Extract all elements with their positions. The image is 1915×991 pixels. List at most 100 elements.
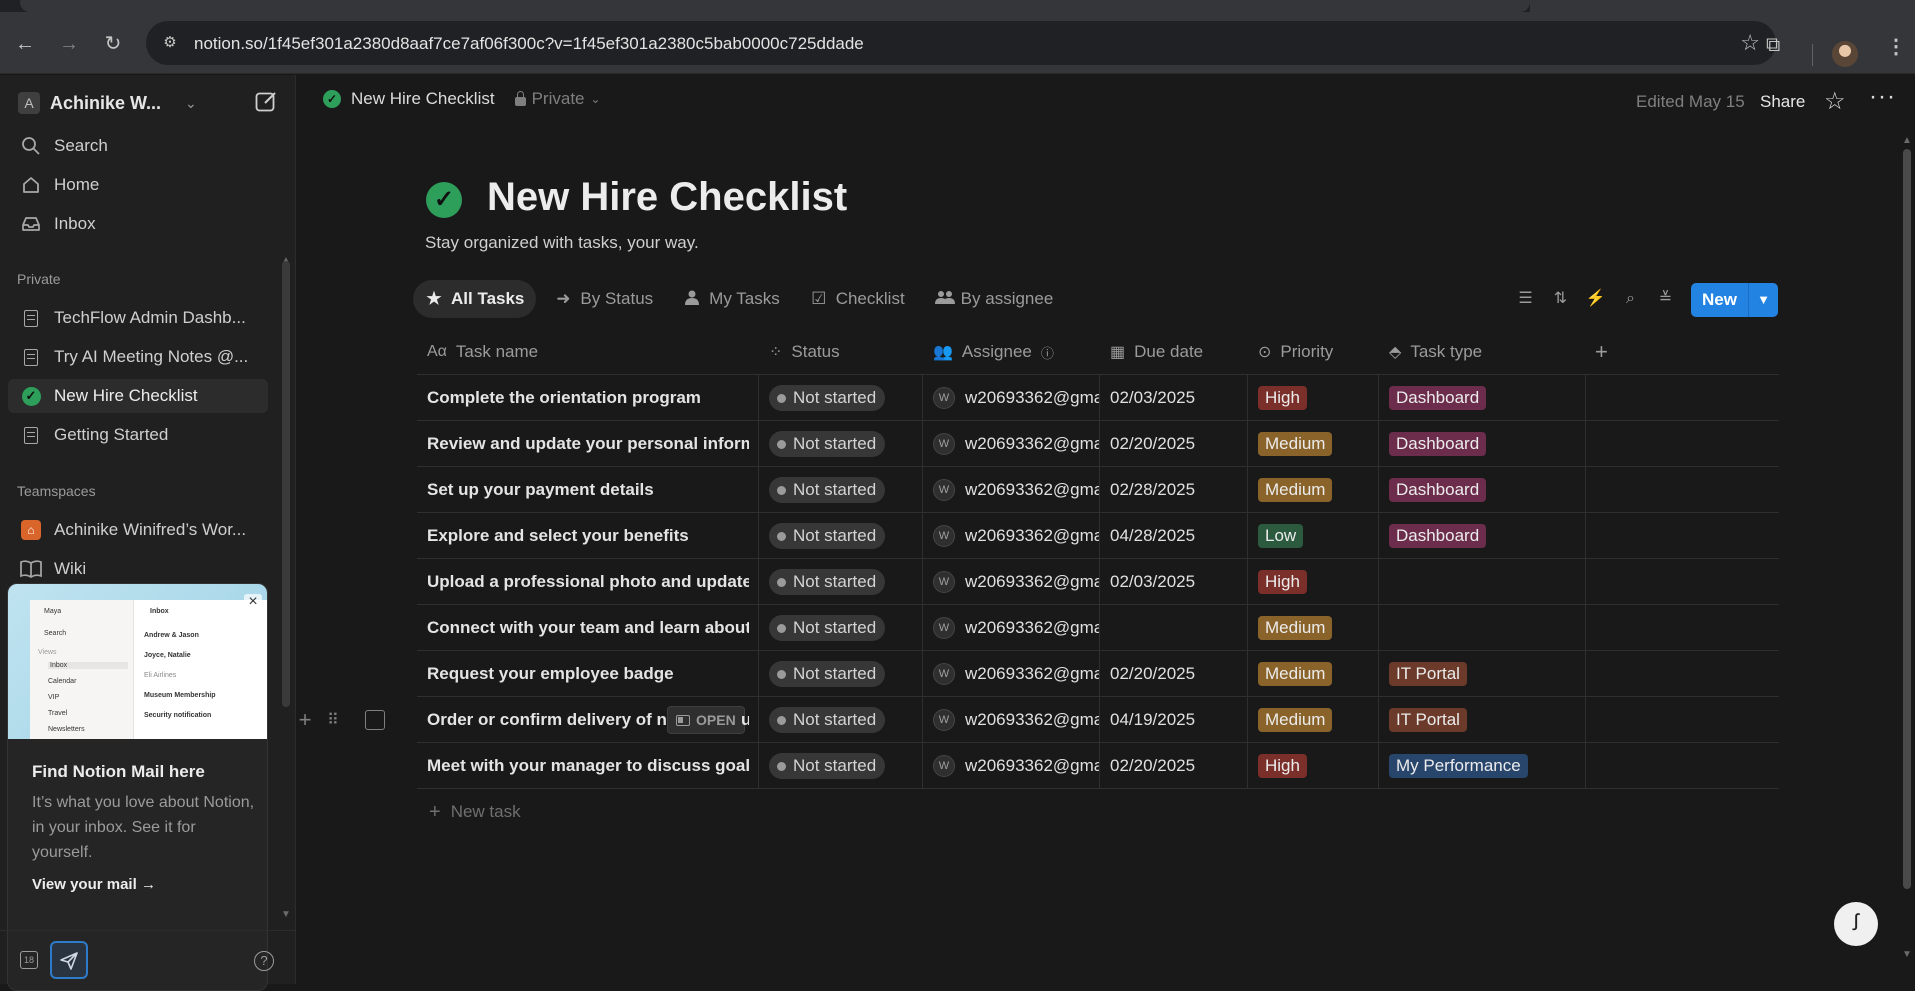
sidebar-item-inbox[interactable]: Inbox bbox=[8, 207, 268, 241]
new-button[interactable]: New ▼ bbox=[1691, 283, 1778, 317]
more-options-icon[interactable]: ··· bbox=[1869, 83, 1896, 111]
assignee-cell[interactable]: W w20693362@gma bbox=[923, 605, 1099, 651]
filter-icon[interactable]: ☰ bbox=[1515, 288, 1536, 309]
task-type-cell[interactable]: IT Portal bbox=[1379, 697, 1585, 743]
sidebar-teamspace-workspace[interactable]: ⌂ Achinike Winifred’s Wor... bbox=[8, 513, 268, 547]
scroll-down-arrow[interactable]: ▼ bbox=[1902, 949, 1912, 960]
close-icon[interactable]: × bbox=[244, 594, 262, 612]
row-select-checkbox[interactable] bbox=[365, 710, 385, 730]
status-cell[interactable]: Not started bbox=[759, 421, 923, 467]
drag-handle-icon[interactable]: ⠿ bbox=[325, 710, 339, 730]
sidebar-item-home[interactable]: Home bbox=[8, 168, 268, 202]
scroll-up-arrow[interactable]: ▲ bbox=[1902, 135, 1912, 146]
priority-cell[interactable]: Low bbox=[1248, 513, 1378, 559]
browser-new-tab-area[interactable] bbox=[1530, 0, 1915, 12]
scroll-down-arrow[interactable]: ▼ bbox=[281, 909, 291, 920]
status-cell[interactable]: Not started bbox=[759, 513, 923, 559]
favorite-star-icon[interactable]: ☆ bbox=[1824, 87, 1846, 116]
due-date-cell[interactable]: 04/28/2025 bbox=[1100, 513, 1248, 559]
page-check-icon[interactable]: ✓ bbox=[426, 182, 462, 218]
due-date-cell[interactable] bbox=[1100, 605, 1248, 651]
status-cell[interactable]: Not started bbox=[759, 697, 923, 743]
browser-tab[interactable] bbox=[20, 0, 1530, 12]
column-header-task-type[interactable]: ⬘ Task type bbox=[1379, 329, 1482, 375]
column-header-status[interactable]: ⁘ Status bbox=[759, 329, 840, 375]
extensions-icon[interactable]: ⧉ bbox=[1766, 34, 1780, 57]
search-icon[interactable]: ⌕ bbox=[1620, 288, 1641, 309]
priority-cell[interactable]: High bbox=[1248, 743, 1378, 789]
automation-bolt-icon[interactable]: ⚡ bbox=[1585, 288, 1606, 309]
url-text[interactable]: notion.so/1f45ef301a2380d8aaf7ce7af06f30… bbox=[194, 34, 864, 54]
teamspaces-section-heading[interactable]: Teamspaces bbox=[17, 483, 96, 499]
tab-checklist[interactable]: ☑ Checklist bbox=[798, 280, 917, 318]
priority-cell[interactable]: High bbox=[1248, 559, 1378, 605]
table-row[interactable]: Explore and select your benefits Not sta… bbox=[417, 513, 1779, 559]
assignee-cell[interactable]: W w20693362@gma bbox=[923, 743, 1099, 789]
status-cell[interactable]: Not started bbox=[759, 467, 923, 513]
task-type-cell[interactable]: Dashboard bbox=[1379, 421, 1585, 467]
priority-cell[interactable]: Medium bbox=[1248, 697, 1378, 743]
due-date-cell[interactable]: 02/03/2025 bbox=[1100, 375, 1248, 421]
table-row[interactable]: Set up your payment details Not started … bbox=[417, 467, 1779, 513]
priority-cell[interactable]: Medium bbox=[1248, 605, 1378, 651]
tab-my-tasks[interactable]: My Tasks bbox=[671, 280, 792, 318]
share-button[interactable]: Share bbox=[1760, 92, 1805, 112]
view-mail-link[interactable]: View your mail → bbox=[32, 876, 156, 893]
privacy-dropdown[interactable]: Private ⌄ bbox=[514, 89, 601, 109]
task-name-cell[interactable]: Explore and select your benefits bbox=[417, 513, 749, 559]
assignee-cell[interactable]: W w20693362@gma bbox=[923, 467, 1099, 513]
page-description[interactable]: Stay organized with tasks, your way. bbox=[425, 233, 699, 253]
due-date-cell[interactable]: 04/19/2025 bbox=[1100, 697, 1248, 743]
table-row[interactable]: Connect with your team and learn about t… bbox=[417, 605, 1779, 651]
table-row[interactable]: Order or confirm delivery of ne OPEN u Not… bbox=[299, 697, 1779, 743]
tab-all-tasks[interactable]: ★ All Tasks bbox=[413, 280, 537, 318]
due-date-cell[interactable]: 02/20/2025 bbox=[1100, 651, 1248, 697]
task-name-cell[interactable]: Set up your payment details bbox=[417, 467, 749, 513]
compose-icon[interactable] bbox=[254, 90, 278, 114]
assignee-cell[interactable]: W w20693362@gma bbox=[923, 651, 1099, 697]
profile-avatar[interactable] bbox=[1832, 41, 1858, 67]
new-button-label[interactable]: New bbox=[1691, 283, 1749, 317]
task-type-cell[interactable]: Employee Profile bbox=[1379, 559, 1585, 605]
task-name-cell[interactable]: Request your employee badge bbox=[417, 651, 749, 697]
due-date-cell[interactable]: 02/28/2025 bbox=[1100, 467, 1248, 513]
column-header-priority[interactable]: ⊙ Priority bbox=[1248, 329, 1333, 375]
mail-icon[interactable] bbox=[50, 941, 88, 979]
table-row[interactable]: Upload a professional photo and update y… bbox=[417, 559, 1779, 605]
table-row[interactable]: Complete the orientation program Not sta… bbox=[417, 375, 1779, 421]
site-settings-icon[interactable]: ⚙ bbox=[160, 33, 180, 53]
info-icon[interactable]: ⓘ bbox=[1041, 343, 1054, 362]
assignee-cell[interactable]: W w20693362@gma bbox=[923, 513, 1099, 559]
open-row-button[interactable]: OPEN bbox=[667, 706, 745, 734]
sidebar-scrollbar[interactable] bbox=[282, 261, 290, 707]
task-type-cell[interactable]: Dashboard bbox=[1379, 513, 1585, 559]
status-cell[interactable]: Not started bbox=[759, 375, 923, 421]
due-date-cell[interactable]: 02/03/2025 bbox=[1100, 559, 1248, 605]
assignee-cell[interactable]: W w20693362@gma bbox=[923, 697, 1099, 743]
task-type-cell[interactable]: My Performance bbox=[1379, 743, 1585, 789]
tab-by-assignee[interactable]: By assignee bbox=[923, 280, 1066, 318]
table-row[interactable]: Meet with your manager to discuss goals … bbox=[417, 743, 1779, 789]
assignee-cell[interactable]: W w20693362@gma bbox=[923, 375, 1099, 421]
status-cell[interactable]: Not started bbox=[759, 743, 923, 789]
task-name-cell[interactable]: Meet with your manager to discuss goals … bbox=[417, 743, 749, 789]
back-arrow-icon[interactable]: ← bbox=[11, 30, 39, 58]
table-row[interactable]: Request your employee badge Not started … bbox=[417, 651, 1779, 697]
edited-timestamp[interactable]: Edited May 15 bbox=[1636, 92, 1745, 112]
priority-cell[interactable]: Medium bbox=[1248, 651, 1378, 697]
workspace-switcher[interactable]: A Achinike W... ⌄ bbox=[18, 89, 197, 117]
status-cell[interactable]: Not started bbox=[759, 559, 923, 605]
task-name-cell[interactable]: Review and update your personal informat bbox=[417, 421, 749, 467]
add-row-icon[interactable]: + bbox=[295, 707, 315, 733]
task-type-cell[interactable]: Dashboard bbox=[1379, 467, 1585, 513]
task-name-cell[interactable]: Order or confirm delivery of ne OPEN u bbox=[417, 697, 749, 743]
task-type-cell[interactable]: IT Portal bbox=[1379, 651, 1585, 697]
column-header-task-name[interactable]: Aα Task name bbox=[417, 329, 538, 375]
assignee-cell[interactable]: W w20693362@gma bbox=[923, 421, 1099, 467]
sidebar-page-ai-meeting-notes[interactable]: Try AI Meeting Notes @... bbox=[8, 340, 268, 374]
calendar-icon[interactable]: 18 bbox=[20, 951, 38, 969]
help-icon[interactable]: ? bbox=[254, 951, 274, 971]
sidebar-item-search[interactable]: Search bbox=[8, 129, 268, 163]
view-settings-icon[interactable]: ≚ bbox=[1655, 288, 1676, 309]
sidebar-page-techflow[interactable]: TechFlow Admin Dashb... bbox=[8, 301, 268, 335]
